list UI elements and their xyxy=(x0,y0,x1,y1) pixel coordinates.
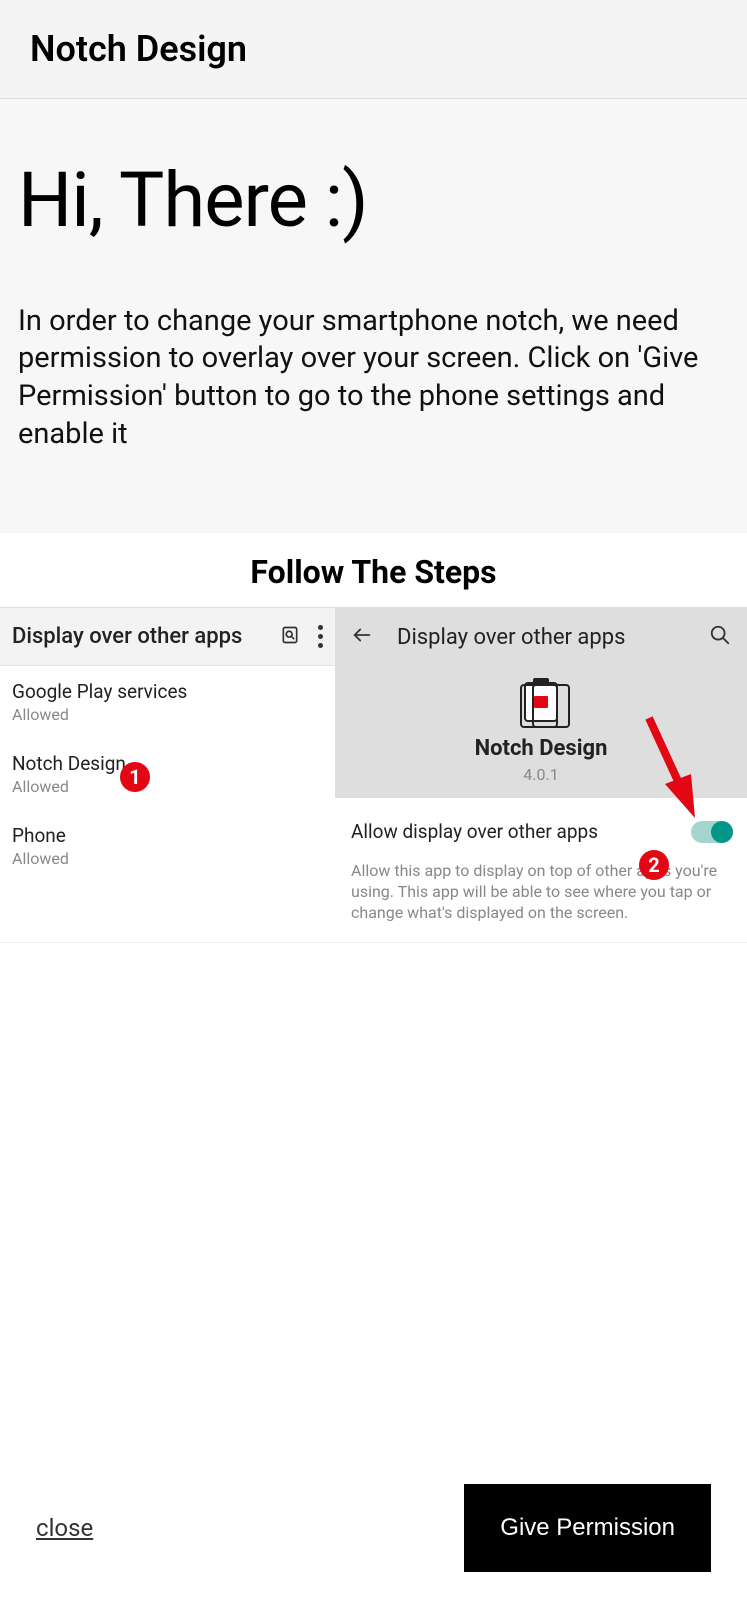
app-icon xyxy=(519,682,563,726)
app-status: Allowed xyxy=(12,705,323,724)
app-status: Allowed xyxy=(12,849,323,868)
intro-section: Hi, There :) In order to change your sma… xyxy=(0,99,747,533)
app-list: Google Play services Allowed Notch Desig… xyxy=(0,666,335,882)
left-panel-title: Display over other apps xyxy=(12,624,280,649)
more-icon[interactable] xyxy=(318,625,323,648)
greeting-text: Hi, There :) xyxy=(18,159,729,243)
close-button[interactable]: close xyxy=(36,1514,93,1542)
search-icon[interactable] xyxy=(709,624,731,650)
back-icon[interactable] xyxy=(351,624,373,650)
give-permission-button[interactable]: Give Permission xyxy=(464,1484,711,1572)
app-header: Notch Design xyxy=(0,0,747,99)
toggle-row: Allow display over other apps xyxy=(335,798,747,853)
step2-panel: Display over other apps Notch De xyxy=(335,608,747,941)
app-name: Phone xyxy=(12,824,323,847)
permission-note: Allow this app to display on top of othe… xyxy=(335,853,747,941)
app-info: Notch Design 4.0.1 xyxy=(351,666,731,798)
app-name: Notch Design xyxy=(12,752,323,775)
overlay-toggle[interactable] xyxy=(691,821,731,843)
toggle-label: Allow display over other apps xyxy=(351,820,681,843)
right-panel-title: Display over other apps xyxy=(397,625,685,650)
step1-panel: Display over other apps xyxy=(0,608,335,941)
detail-app-name: Notch Design xyxy=(351,736,731,761)
steps-title: Follow The Steps xyxy=(0,533,747,607)
search-in-page-icon[interactable] xyxy=(280,625,300,649)
app-name: Google Play services xyxy=(12,680,323,703)
footer: close Give Permission xyxy=(0,1456,747,1600)
left-panel-header: Display over other apps xyxy=(0,608,335,666)
list-item[interactable]: Phone Allowed xyxy=(0,810,335,882)
detail-app-version: 4.0.1 xyxy=(351,765,731,784)
steps-container: Display over other apps xyxy=(0,607,747,942)
app-status: Allowed xyxy=(12,777,323,796)
right-panel-header: Display over other apps xyxy=(351,608,731,666)
list-item[interactable]: Notch Design Allowed xyxy=(0,738,335,810)
app-title: Notch Design xyxy=(30,28,717,70)
explanation-text: In order to change your smartphone notch… xyxy=(18,303,729,454)
list-item[interactable]: Google Play services Allowed xyxy=(0,666,335,738)
